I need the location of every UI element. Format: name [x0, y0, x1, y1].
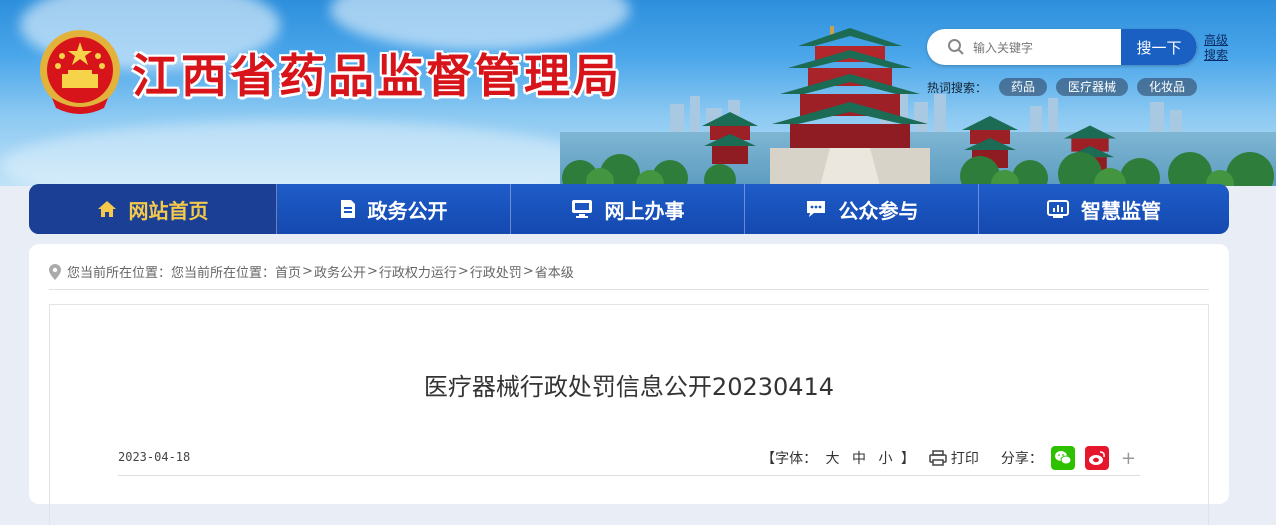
nav-item-public-participation[interactable]: 公众参与 [745, 184, 979, 234]
hotwords-label: 热词搜索： [927, 80, 988, 95]
nav-item-label: 网上办事 [604, 198, 685, 223]
wechat-share-button[interactable] [1050, 446, 1075, 470]
content-card: 您当前所在位置： 您当前所在位置： 首页 > 政务公开 > 行政权力运行 > 行… [29, 244, 1229, 525]
font-size-control: 【字体： 大 中 小 】 [761, 448, 915, 468]
main-nav: 网站首页 政务公开 网上办事 公众参与 智慧监管 [29, 184, 1229, 234]
weibo-share-button[interactable] [1084, 446, 1109, 470]
breadcrumb-item-administrative-power[interactable]: 行政权力运行 [379, 262, 457, 281]
article-tools: 【字体： 大 中 小 】 打印 分享： + [761, 445, 1136, 471]
breadcrumb-separator: > [302, 264, 313, 279]
more-share-button[interactable]: + [1121, 448, 1136, 469]
nav-item-home[interactable]: 网站首页 [29, 184, 277, 234]
dashboard-icon [1047, 200, 1069, 218]
hotword-tag-cosmetics[interactable]: 化妆品 [1137, 78, 1198, 96]
breadcrumb-prefix: 您当前所在位置： [67, 266, 172, 281]
breadcrumb-item-provincial-level[interactable]: 省本级 [535, 262, 574, 281]
nav-item-online-services[interactable]: 网上办事 [511, 184, 745, 234]
search-box: 搜一下 [927, 29, 1197, 65]
location-pin-icon [49, 263, 61, 280]
breadcrumb-separator: > [522, 264, 534, 279]
nav-item-label: 公众参与 [838, 198, 919, 223]
monitor-icon [571, 200, 592, 218]
chat-icon [806, 201, 825, 217]
article-panel: 医疗器械行政处罚信息公开20230414 2023-04-18 【字体： 大 中… [49, 304, 1209, 525]
publish-date: 2023-04-18 [118, 450, 191, 464]
font-size-label: 【字体： [761, 451, 818, 467]
header-banner: 江西省药品监督管理局 搜一下 高级搜索 热词搜索： 药品 医疗器械 化妆品 [0, 0, 1276, 186]
breadcrumb-item-government-affairs[interactable]: 政务公开 [314, 262, 366, 281]
nav-item-smart-supervision[interactable]: 智慧监管 [979, 184, 1229, 234]
share-label: 分享： [1000, 451, 1043, 467]
breadcrumb-item-administrative-penalty[interactable]: 行政处罚 [470, 262, 522, 281]
breadcrumb-item-home[interactable]: 首页 [275, 262, 301, 281]
search-input[interactable] [971, 29, 1125, 65]
article-title: 医疗器械行政处罚信息公开20230414 [423, 373, 835, 401]
tree-line [562, 152, 1274, 186]
hotword-tag-medical-devices[interactable]: 医疗器械 [1056, 78, 1129, 96]
hotwords-bar: 热词搜索： 药品 医疗器械 化妆品 [927, 77, 1206, 97]
nav-item-label: 政务公开 [367, 198, 448, 223]
font-size-medium-button[interactable]: 中 [852, 451, 866, 467]
printer-icon [929, 450, 947, 466]
search-icon [948, 39, 964, 55]
breadcrumb-separator: > [366, 264, 378, 279]
cloud-decoration [0, 120, 600, 186]
site-title[interactable]: 江西省药品监督管理局 [132, 40, 622, 106]
nav-item-government-affairs[interactable]: 政务公开 [277, 184, 511, 234]
breadcrumb: 您当前所在位置： 您当前所在位置： 首页 > 政务公开 > 行政权力运行 > 行… [49, 262, 574, 281]
font-size-label-close: 】 [900, 451, 915, 467]
home-icon [97, 201, 116, 217]
article-meta-bar: 2023-04-18 【字体： 大 中 小 】 打印 分享： + [118, 445, 1140, 476]
breadcrumb-prefix-2: 您当前所在位置： [171, 266, 276, 281]
font-size-large-button[interactable]: 大 [826, 451, 840, 467]
breadcrumb-divider [49, 289, 1209, 290]
advanced-search-link[interactable]: 高级搜索 [1204, 33, 1230, 63]
weibo-icon [1088, 451, 1105, 465]
document-icon [340, 200, 355, 218]
national-emblem-icon[interactable] [38, 28, 122, 118]
print-button[interactable]: 打印 [929, 448, 979, 468]
search-button[interactable]: 搜一下 [1121, 29, 1197, 65]
font-size-small-button[interactable]: 小 [878, 451, 892, 467]
print-label: 打印 [950, 451, 979, 467]
breadcrumb-separator: > [457, 264, 469, 279]
wechat-icon [1054, 451, 1072, 465]
nav-item-label: 智慧监管 [1081, 198, 1161, 223]
nav-item-label: 网站首页 [128, 198, 209, 223]
hotword-tag-drugs[interactable]: 药品 [999, 78, 1048, 96]
